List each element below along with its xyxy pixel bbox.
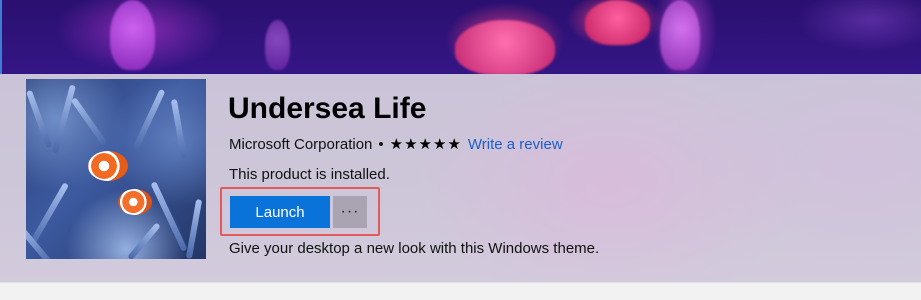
install-status: This product is installed. (229, 166, 390, 183)
product-meta: Microsoft Corporation • ★★★★★ Write a re… (229, 135, 563, 154)
jellyfish-decoration (585, 0, 650, 45)
product-title: Undersea Life (228, 92, 427, 125)
product-thumbnail (26, 79, 206, 259)
product-description: Give your desktop a new look with this W… (229, 240, 600, 257)
publisher-link[interactable]: Microsoft Corporation (229, 136, 372, 153)
clownfish-icon (118, 189, 152, 215)
more-options-button[interactable]: ··· (333, 196, 367, 228)
write-review-link[interactable]: Write a review (468, 136, 563, 153)
jellyfish-decoration (660, 0, 700, 70)
launch-button[interactable]: Launch (230, 196, 330, 228)
meta-separator: • (378, 135, 384, 153)
clownfish-icon (88, 151, 128, 181)
jellyfish-decoration (110, 0, 155, 70)
page-body-strip (0, 282, 921, 300)
star-rating-icon: ★★★★★ (389, 136, 462, 153)
jellyfish-decoration (455, 20, 555, 75)
jellyfish-decoration (265, 20, 290, 70)
